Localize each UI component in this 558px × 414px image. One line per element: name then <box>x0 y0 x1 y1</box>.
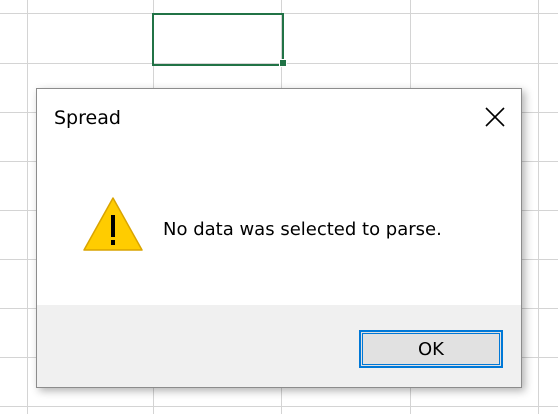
selected-cell[interactable] <box>152 13 284 66</box>
message-dialog: Spread No data was selected to parse. OK <box>36 88 522 388</box>
warning-triangle-icon <box>83 197 143 251</box>
dialog-message: No data was selected to parse. <box>163 219 442 240</box>
dialog-body: No data was selected to parse. <box>37 147 521 305</box>
dialog-footer: OK <box>37 305 521 387</box>
dialog-title: Spread <box>54 107 121 129</box>
dialog-titlebar[interactable]: Spread <box>37 89 521 147</box>
ok-button[interactable]: OK <box>359 330 503 368</box>
close-button[interactable] <box>473 97 517 137</box>
ok-button-label: OK <box>418 338 444 360</box>
fill-handle[interactable] <box>279 59 287 67</box>
gridline <box>0 406 558 407</box>
close-icon <box>485 107 505 127</box>
